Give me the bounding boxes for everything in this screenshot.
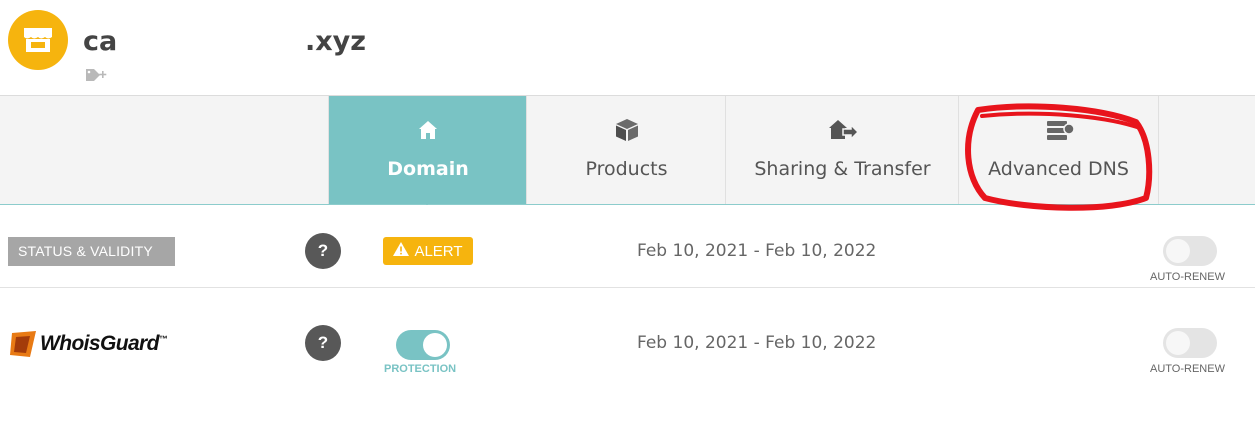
auto-renew-caption: AUTO-RENEW <box>1150 271 1225 283</box>
add-tag-icon[interactable] <box>85 68 109 87</box>
tab-domain[interactable]: Domain <box>328 96 527 204</box>
box-icon <box>614 118 640 142</box>
validity-date-range: Feb 10, 2021 - Feb 10, 2022 <box>637 241 877 261</box>
toggle-knob <box>423 333 447 357</box>
tab-advanced-dns-label: Advanced DNS <box>988 158 1129 180</box>
toggle-knob <box>1166 331 1190 355</box>
tab-domain-label: Domain <box>387 158 469 180</box>
protection-toggle[interactable] <box>396 330 450 360</box>
status-help-button[interactable]: ? <box>305 233 341 269</box>
status-validity-label: STATUS & VALIDITY <box>8 237 175 266</box>
tab-products-label: Products <box>585 158 668 180</box>
whoisguard-logo: WhoisGuard™ <box>8 329 168 359</box>
tab-products[interactable]: Products <box>526 96 726 204</box>
whoisguard-auto-renew-caption: AUTO-RENEW <box>1150 363 1225 375</box>
whoisguard-date-range: Feb 10, 2021 - Feb 10, 2022 <box>637 333 877 353</box>
alert-badge[interactable]: ALERT <box>383 237 473 265</box>
domain-tab-bar: Domain Products Sharing & Transfer Advan… <box>0 95 1255 205</box>
active-tab-pointer <box>417 196 437 205</box>
row-divider <box>0 287 1255 288</box>
server-icon <box>1043 118 1075 142</box>
whoisguard-shield-icon <box>10 331 36 357</box>
whoisguard-wordmark: WhoisGuard™ <box>40 332 168 355</box>
domain-name-suffix: .xyz <box>305 26 366 57</box>
alert-badge-label: ALERT <box>414 242 463 260</box>
house-arrow-icon <box>827 118 859 142</box>
tab-sharing-transfer-label: Sharing & Transfer <box>754 158 931 180</box>
whoisguard-help-button[interactable]: ? <box>305 325 341 361</box>
domain-name-prefix: ca <box>83 26 118 57</box>
whoisguard-auto-renew-toggle[interactable] <box>1163 328 1217 358</box>
warning-icon <box>393 242 410 260</box>
protection-caption: PROTECTION <box>384 363 457 375</box>
tab-advanced-dns[interactable]: Advanced DNS <box>958 96 1159 204</box>
toggle-knob <box>1166 239 1190 263</box>
auto-renew-toggle[interactable] <box>1163 236 1217 266</box>
home-icon <box>417 118 439 142</box>
tab-sharing-transfer[interactable]: Sharing & Transfer <box>725 96 959 204</box>
red-highlight-annotation <box>965 103 1153 211</box>
store-icon <box>8 10 68 70</box>
